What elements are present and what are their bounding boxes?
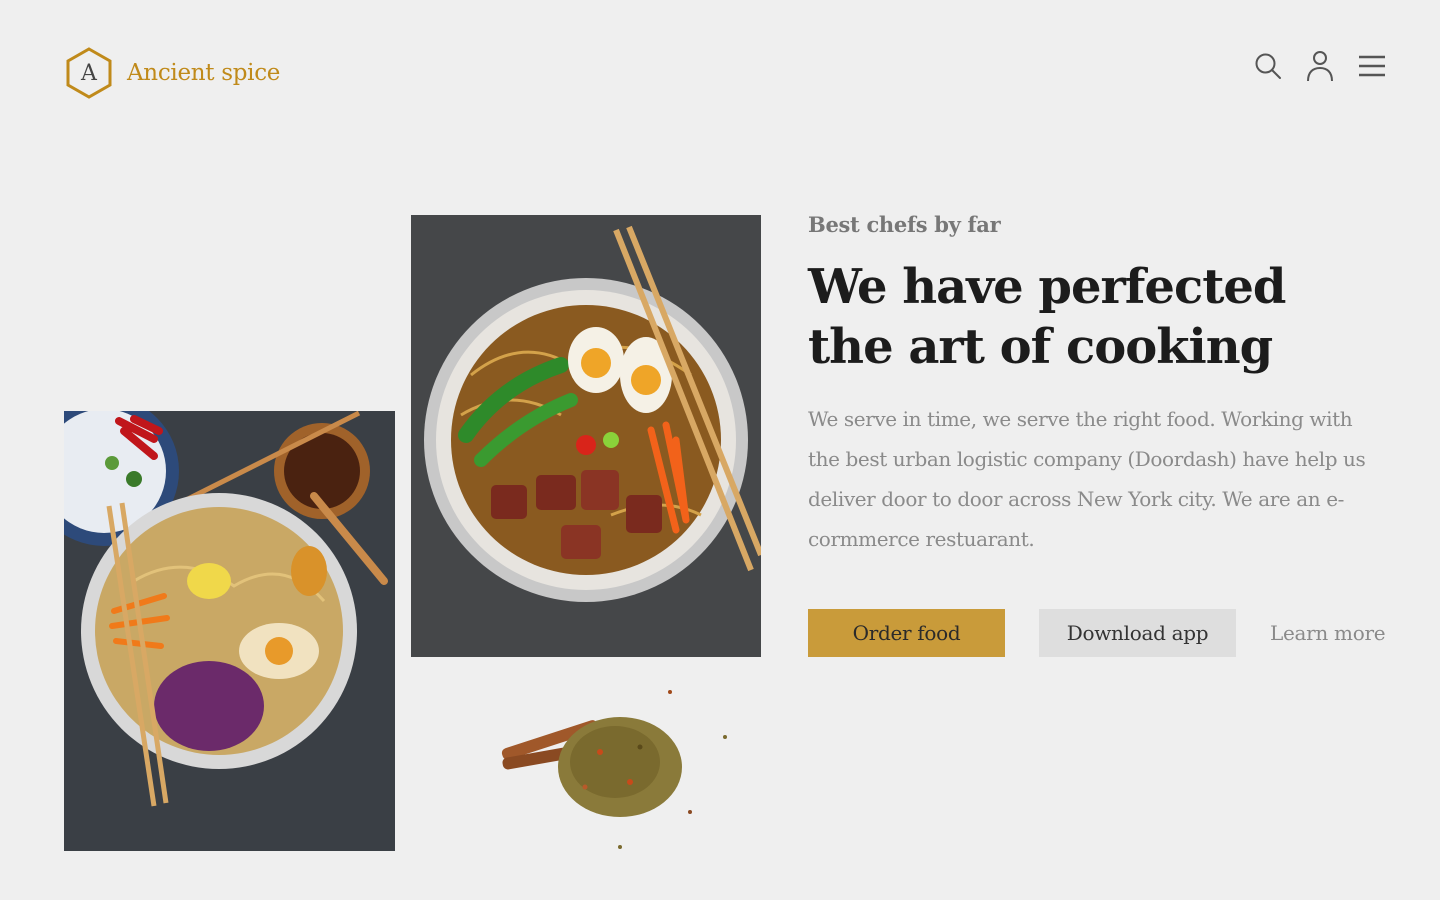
hero-description: We serve in time, we serve the right foo…	[808, 407, 1366, 551]
hero-actions: Order food Download app Learn more	[808, 609, 1386, 657]
search-icon[interactable]	[1252, 50, 1284, 82]
download-app-button[interactable]: Download app	[1039, 609, 1236, 657]
header-actions	[1252, 50, 1388, 82]
spice-pile-image	[490, 672, 740, 852]
brand-name: Ancient spice	[127, 60, 281, 86]
hero-eyebrow: Best chefs by far	[808, 212, 1001, 237]
learn-more-link[interactable]: Learn more	[1270, 621, 1386, 645]
brand-logo[interactable]: A Ancient spice	[64, 46, 280, 100]
user-icon[interactable]	[1304, 50, 1336, 82]
hero-headline: We have perfected the art of cooking	[808, 259, 1286, 375]
ramen-bowl-image-center	[411, 215, 761, 657]
menu-icon[interactable]	[1356, 50, 1388, 82]
hero-section: Best chefs by far We have perfected the …	[808, 212, 1408, 559]
logo-letter: A	[81, 60, 97, 86]
logo-hexagon-icon: A	[64, 46, 114, 100]
order-food-button[interactable]: Order food	[808, 609, 1005, 657]
ramen-bowl-image-left	[64, 411, 395, 851]
